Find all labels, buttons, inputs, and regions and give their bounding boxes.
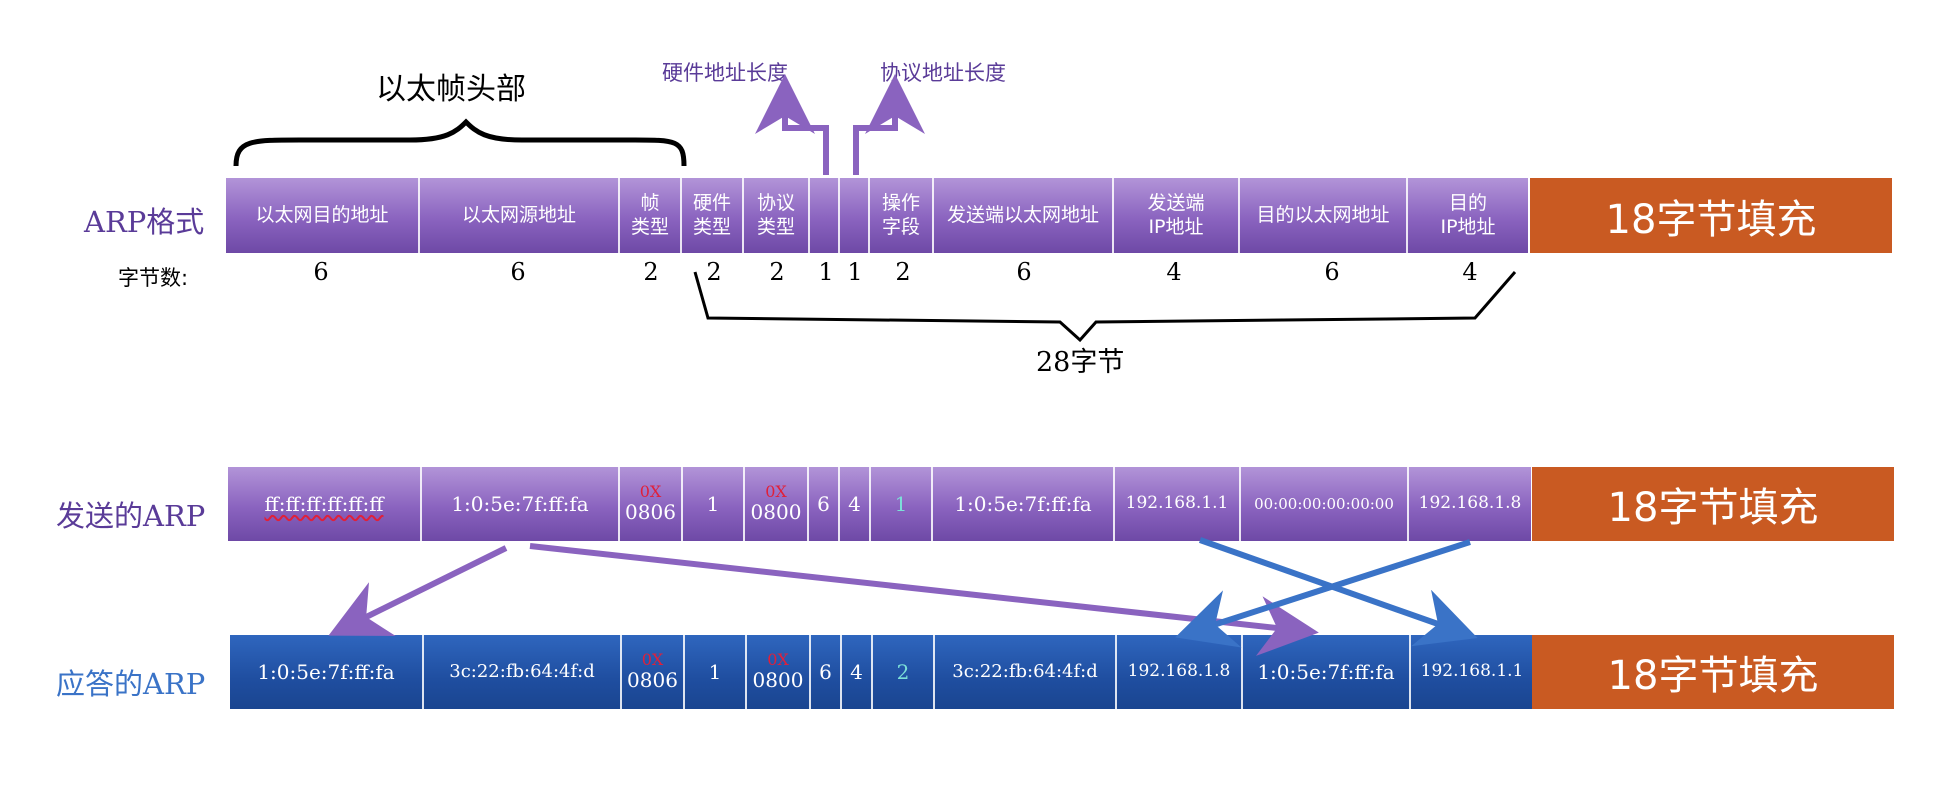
- rep-eth-src: 3c:22:fb:64:4f:d: [424, 635, 622, 709]
- rep-frame-type: 0X 0806: [622, 635, 685, 709]
- rep-sender-ip: 192.168.1.8: [1117, 635, 1243, 709]
- hex-prefix: 0X: [767, 649, 789, 669]
- rep-op: 2: [873, 635, 935, 709]
- req-eth-dest-value: ff:ff:ff:ff:ff:ff: [264, 491, 384, 516]
- hex-prefix: 0X: [765, 481, 787, 501]
- req-sender-mac: 1:0:5e:7f:ff:fa: [933, 467, 1115, 541]
- rep-frame-type-value: 0806: [627, 668, 678, 693]
- req-hw-type: 1: [683, 467, 745, 541]
- req-eth-dest: ff:ff:ff:ff:ff:ff: [228, 467, 422, 541]
- rep-sender-mac: 3c:22:fb:64:4f:d: [935, 635, 1117, 709]
- padding-block-request: 18字节填充: [1532, 467, 1894, 541]
- req-frame-type: 0X 0806: [620, 467, 683, 541]
- rep-hw-type: 1: [685, 635, 747, 709]
- hex-prefix: 0X: [641, 649, 664, 669]
- req-hw-len: 6: [809, 467, 840, 541]
- req-frame-type-value: 0806: [625, 500, 676, 525]
- req-eth-src: 1:0:5e:7f:ff:fa: [422, 467, 620, 541]
- arp-reply-row: 1:0:5e:7f:ff:fa 3c:22:fb:64:4f:d 0X 0806 …: [230, 635, 1533, 709]
- hex-prefix: 0X: [639, 481, 662, 501]
- rep-proto-type-value: 0800: [752, 668, 804, 693]
- req-proto-type: 0X 0800: [745, 467, 809, 541]
- rep-proto-type: 0X 0800: [747, 635, 811, 709]
- req-target-mac: 00:00:00:00:00:00: [1241, 467, 1409, 541]
- arp-28-bytes-label: 28字节: [1036, 347, 1125, 378]
- arp-request-row: ff:ff:ff:ff:ff:ff 1:0:5e:7f:ff:fa 0X 0806…: [228, 467, 1531, 541]
- rep-proto-len: 4: [842, 635, 873, 709]
- req-proto-len: 4: [840, 467, 871, 541]
- req-op: 1: [871, 467, 933, 541]
- rep-target-ip: 192.168.1.1: [1411, 635, 1533, 709]
- rep-target-mac: 1:0:5e:7f:ff:fa: [1243, 635, 1411, 709]
- padding-block-reply: 18字节填充: [1532, 635, 1894, 709]
- req-target-ip: 192.168.1.8: [1409, 467, 1531, 541]
- rep-eth-dest: 1:0:5e:7f:ff:fa: [230, 635, 424, 709]
- req-proto-type-value: 0800: [750, 500, 802, 525]
- req-sender-ip: 192.168.1.1: [1115, 467, 1241, 541]
- rep-hw-len: 6: [811, 635, 842, 709]
